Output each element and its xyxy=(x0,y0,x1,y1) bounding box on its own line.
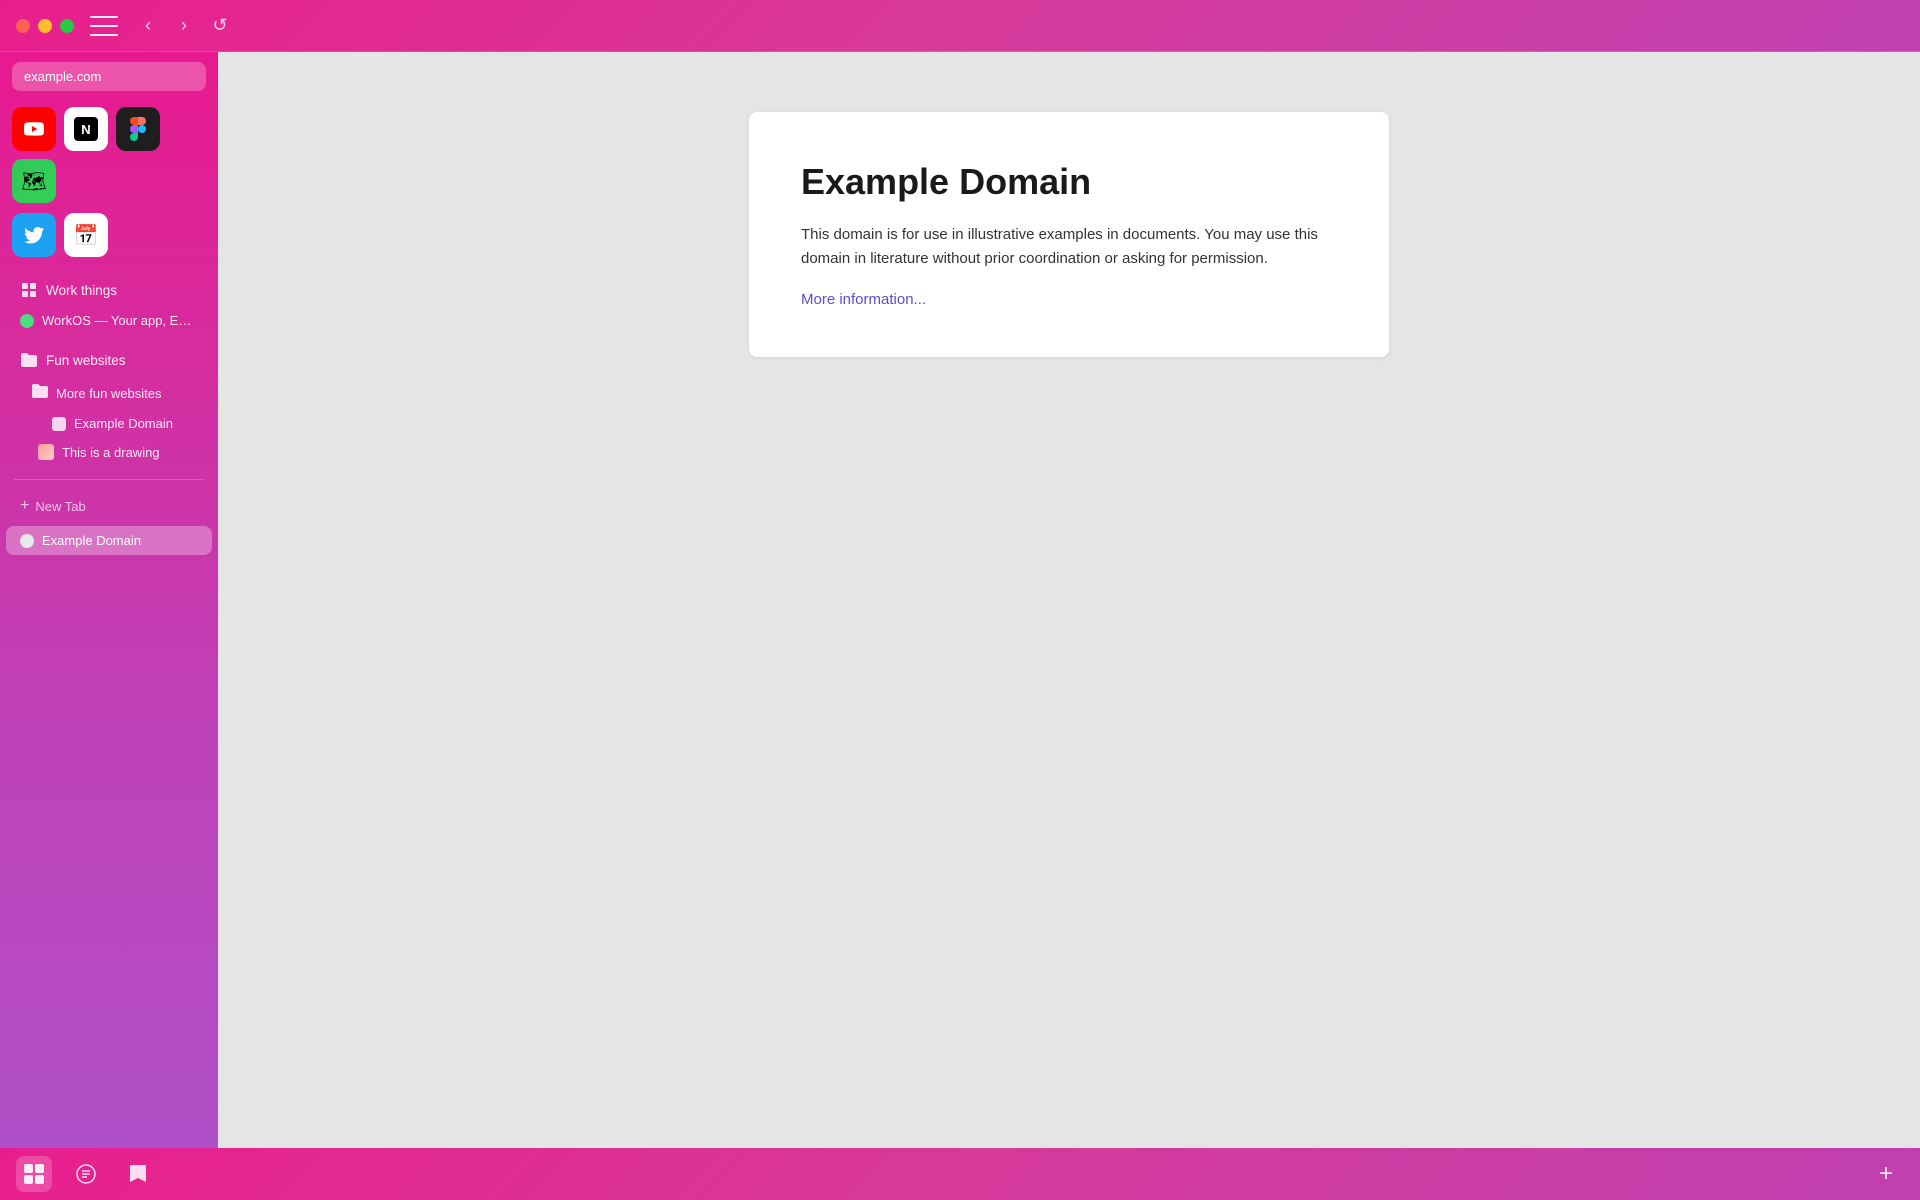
add-tab-icon[interactable]: + xyxy=(1868,1156,1904,1192)
more-fun-websites-label: More fun websites xyxy=(56,386,162,401)
page-body: This domain is for use in illustrative e… xyxy=(801,223,1337,271)
reader-icon[interactable] xyxy=(68,1156,104,1192)
address-bar-text: example.com xyxy=(24,69,101,84)
bookmarks-icon[interactable] xyxy=(120,1156,156,1192)
close-button[interactable] xyxy=(16,19,30,33)
bookmark-maps[interactable]: 🗺 xyxy=(12,159,56,203)
grid-icon xyxy=(20,281,38,299)
notion-icon: N xyxy=(74,117,98,141)
bookmark-notion[interactable]: N xyxy=(64,107,108,151)
content-card: Example Domain This domain is for use in… xyxy=(749,112,1389,357)
sidebar-group-fun-websites[interactable]: Fun websites xyxy=(6,345,212,375)
traffic-lights xyxy=(16,19,74,33)
work-things-label: Work things xyxy=(46,283,117,298)
new-tab-label: New Tab xyxy=(35,499,85,514)
sidebar: example.com N xyxy=(0,52,218,1148)
main-layout: example.com N xyxy=(0,52,1920,1148)
sidebar-item-example-domain-bookmark[interactable]: Example Domain xyxy=(6,410,212,437)
forward-button[interactable]: › xyxy=(170,12,198,40)
bookmark-youtube[interactable] xyxy=(12,107,56,151)
sidebar-active-tab[interactable]: Example Domain xyxy=(6,526,212,555)
sidebar-section-work: Work things WorkOS — Your app, En... xyxy=(0,269,218,339)
sidebar-divider xyxy=(14,479,204,480)
address-bar[interactable]: example.com xyxy=(12,62,206,91)
new-tab-button[interactable]: + New Tab xyxy=(6,490,212,522)
workos-label: WorkOS — Your app, En... xyxy=(42,313,192,328)
more-information-link[interactable]: More information... xyxy=(801,291,926,308)
back-button[interactable]: ‹ xyxy=(134,12,162,40)
sidebar-item-workos[interactable]: WorkOS — Your app, En... xyxy=(6,307,212,334)
drawing-label: This is a drawing xyxy=(62,445,160,460)
sidebar-toggle-button[interactable] xyxy=(90,16,118,36)
workos-dot-icon xyxy=(20,314,34,328)
subfolder-icon xyxy=(32,384,48,402)
drawing-icon xyxy=(38,444,54,460)
fun-websites-label: Fun websites xyxy=(46,353,126,368)
page-title: Example Domain xyxy=(801,160,1337,203)
bookmark-figma[interactable] xyxy=(116,107,160,151)
bookmark-twitter[interactable] xyxy=(12,213,56,257)
active-tab-label: Example Domain xyxy=(42,533,141,548)
sidebar-item-more-fun-websites[interactable]: More fun websites xyxy=(6,377,212,409)
sidebar-item-drawing[interactable]: This is a drawing xyxy=(6,438,212,466)
example-domain-bookmark-label: Example Domain xyxy=(74,416,173,431)
sidebar-section-fun: Fun websites More fun websites Example D… xyxy=(0,339,218,471)
bottom-bar: + xyxy=(0,1148,1920,1200)
address-bar-container: example.com xyxy=(0,52,218,101)
bookmarks-row-1: N 🗺 xyxy=(0,101,218,213)
top-bar: ‹ › ↺ xyxy=(0,0,1920,52)
content-area: Example Domain This domain is for use in… xyxy=(218,52,1920,1148)
active-tab-favicon xyxy=(20,534,34,548)
bookmarks-row-2: 📅 xyxy=(0,213,218,269)
nav-buttons: ‹ › ↺ xyxy=(134,12,234,40)
folder-icon xyxy=(20,351,38,369)
maximize-button[interactable] xyxy=(60,19,74,33)
reload-button[interactable]: ↺ xyxy=(206,12,234,40)
bookmark-calendar[interactable]: 📅 xyxy=(64,213,108,257)
tab-overview-icon[interactable] xyxy=(16,1156,52,1192)
example-domain-favicon xyxy=(52,417,66,431)
minimize-button[interactable] xyxy=(38,19,52,33)
plus-icon: + xyxy=(20,497,29,515)
sidebar-group-work-things[interactable]: Work things xyxy=(6,275,212,305)
